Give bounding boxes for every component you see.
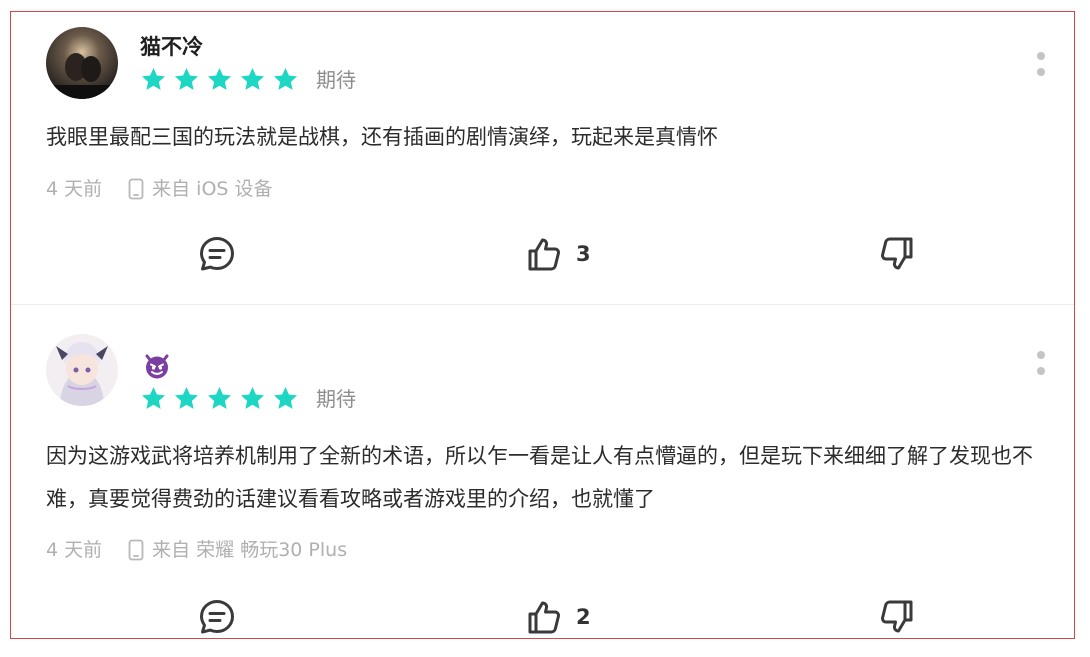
rating-stars xyxy=(140,66,299,93)
review-card: 期待 因为这游戏武将培养机制用了全新的术语，所以乍一看是让人有点懵逼的，但是玩下… xyxy=(11,305,1074,639)
review-device: 来自 iOS 设备 xyxy=(152,178,273,200)
devil-emoji-icon xyxy=(145,354,169,379)
like-button[interactable]: 3 xyxy=(524,234,591,274)
more-vertical-icon[interactable] xyxy=(1034,349,1048,379)
phone-icon xyxy=(128,539,144,561)
comment-button[interactable] xyxy=(197,234,237,274)
avatar[interactable] xyxy=(46,334,118,406)
like-button[interactable]: 2 xyxy=(524,597,591,637)
thumbs-up-icon xyxy=(528,238,560,271)
star-icon xyxy=(142,387,165,409)
dislike-button[interactable] xyxy=(877,234,917,274)
review-content: 我眼里最配三国的玩法就是战棋，还有插画的剧情演绎，玩起来是真情怀 xyxy=(46,125,718,149)
like-count: 3 xyxy=(576,242,591,266)
review-time: 4 天前 xyxy=(46,178,103,200)
more-vertical-icon[interactable] xyxy=(1034,50,1048,80)
review-meta: 4 天前 来自 iOS 设备 xyxy=(46,175,273,203)
star-icon xyxy=(274,387,297,409)
star-icon xyxy=(208,387,231,409)
comment-button[interactable] xyxy=(197,597,237,637)
rating-stars xyxy=(140,385,299,412)
review-time: 4 天前 xyxy=(46,539,103,561)
comment-icon xyxy=(200,600,234,634)
avatar[interactable] xyxy=(46,27,118,99)
thumbs-down-icon xyxy=(881,237,913,270)
phone-icon xyxy=(128,178,144,200)
like-count: 2 xyxy=(576,605,591,629)
star-icon xyxy=(175,387,198,409)
review-list: 猫不冷 期待 我眼里最配三国的玩法就是战棋，还有插画的剧情演绎，玩起来是真情怀 … xyxy=(10,11,1075,639)
star-icon xyxy=(175,68,198,90)
star-icon xyxy=(208,68,231,90)
star-icon xyxy=(241,387,264,409)
star-icon xyxy=(241,68,264,90)
comment-icon xyxy=(200,237,234,271)
review-card: 猫不冷 期待 我眼里最配三国的玩法就是战棋，还有插画的剧情演绎，玩起来是真情怀 … xyxy=(11,12,1074,304)
star-icon xyxy=(274,68,297,90)
username[interactable]: 猫不冷 xyxy=(140,32,203,62)
rating-tag: 期待 xyxy=(316,68,356,92)
review-device: 来自 荣耀 畅玩30 Plus xyxy=(152,539,348,561)
review-meta: 4 天前 来自 荣耀 畅玩30 Plus xyxy=(46,536,347,564)
dislike-button[interactable] xyxy=(877,597,917,637)
thumbs-up-icon xyxy=(528,601,560,634)
rating-tag: 期待 xyxy=(316,387,356,411)
thumbs-down-icon xyxy=(881,600,913,633)
star-icon xyxy=(142,68,165,90)
review-content: 因为这游戏武将培养机制用了全新的术语，所以乍一看是让人有点懵逼的，但是玩下来细细… xyxy=(46,444,1033,511)
